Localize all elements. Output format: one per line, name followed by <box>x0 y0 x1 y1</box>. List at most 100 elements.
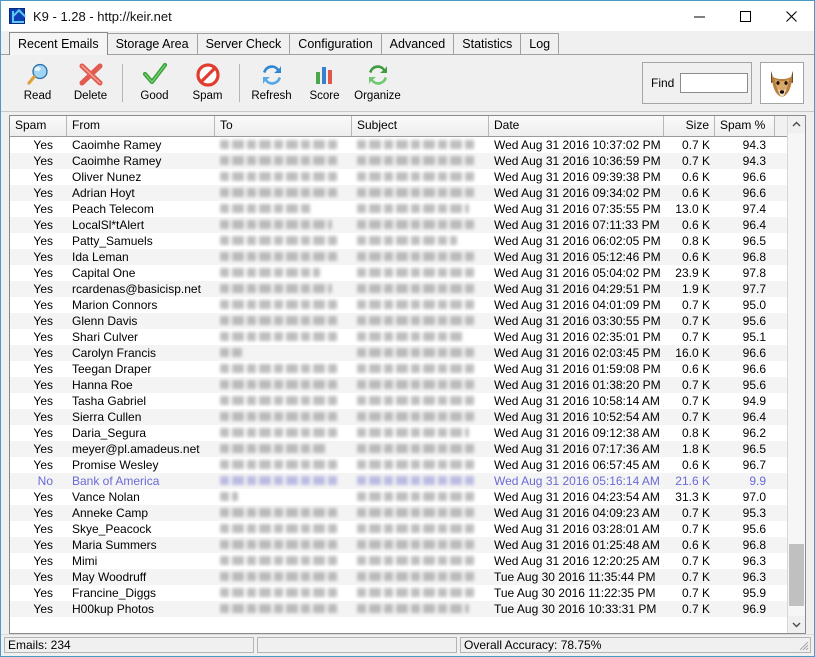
cell-spam-flag: Yes <box>33 602 53 616</box>
vertical-scrollbar[interactable] <box>787 116 805 633</box>
score-button[interactable]: Score <box>298 58 351 108</box>
minimize-icon[interactable] <box>676 1 722 31</box>
scrollbar-track[interactable] <box>788 133 805 616</box>
spam-button[interactable]: Spam <box>181 58 234 108</box>
table-row[interactable]: Yes Carolyn Francis Wed Aug 31 2016 02:03:… <box>10 345 787 361</box>
column-header-spam[interactable]: Spam <box>10 116 67 136</box>
redacted-text <box>220 236 338 245</box>
table-row[interactable]: Yes Vance Nolan Wed Aug 31 2016 04:23:54 A… <box>10 489 787 505</box>
table-row[interactable]: Yes Mimi Wed Aug 31 2016 12:20:25 AM 0.7 K 9… <box>10 553 787 569</box>
column-header-to[interactable]: To <box>215 116 352 136</box>
maximize-icon[interactable] <box>722 1 768 31</box>
good-label: Good <box>140 90 169 102</box>
k9-application-window: K9 - 1.28 - http://keir.net Recent Email… <box>0 0 815 657</box>
cell-to <box>215 553 352 569</box>
table-row[interactable]: No Bank of America Wed Aug 31 2016 05:16:1… <box>10 473 787 489</box>
tab-storage-area[interactable]: Storage Area <box>106 33 198 54</box>
cell-from: Hanna Roe <box>72 378 133 392</box>
cell-date: Wed Aug 31 2016 09:39:38 PM <box>494 170 661 184</box>
table-row[interactable]: Yes Daria_Segura Wed Aug 31 2016 09:12:38 … <box>10 425 787 441</box>
cell-subject <box>352 505 489 521</box>
table-row[interactable]: Yes Teegan Draper Wed Aug 31 2016 01:59:08… <box>10 361 787 377</box>
cell-from: Maria Summers <box>72 538 157 552</box>
redacted-text <box>220 204 312 213</box>
redacted-text <box>220 524 338 533</box>
redacted-text <box>220 588 338 597</box>
tab-statistics[interactable]: Statistics <box>453 33 522 54</box>
redacted-text <box>357 188 477 197</box>
cell-to <box>215 345 352 361</box>
refresh-button[interactable]: Refresh <box>245 58 298 108</box>
tab-recent-emails[interactable]: Recent Emails <box>9 32 108 55</box>
redacted-text <box>220 556 338 565</box>
table-row[interactable]: Yes Maria Summers Wed Aug 31 2016 01:25:48… <box>10 537 787 553</box>
cell-from: H00kup Photos <box>72 602 155 616</box>
column-header-date[interactable]: Date <box>489 116 664 136</box>
cell-date: Wed Aug 31 2016 10:36:59 PM <box>494 154 661 168</box>
status-emails-count: Emails: 234 <box>4 637 254 653</box>
table-row[interactable]: Yes Shari Culver Wed Aug 31 2016 02:35:01 … <box>10 329 787 345</box>
table-row[interactable]: Yes LocalSl*tAlert Wed Aug 31 2016 07:11:3… <box>10 217 787 233</box>
cell-spam-percent: 95.6 <box>742 314 766 328</box>
table-row[interactable]: Yes Marion Connors Wed Aug 31 2016 04:01:0… <box>10 297 787 313</box>
table-row[interactable]: Yes Sierra Cullen Wed Aug 31 2016 10:52:54… <box>10 409 787 425</box>
scrollbar-thumb[interactable] <box>789 544 804 606</box>
table-row[interactable]: Yes Promise Wesley Wed Aug 31 2016 06:57:4… <box>10 457 787 473</box>
green-check-icon <box>139 61 171 89</box>
cell-spam-flag: Yes <box>33 346 53 360</box>
cell-date: Wed Aug 31 2016 09:12:38 AM <box>494 426 660 440</box>
tab-log[interactable]: Log <box>520 33 560 54</box>
table-row[interactable]: Yes Tasha Gabriel Wed Aug 31 2016 10:58:14… <box>10 393 787 409</box>
read-button[interactable]: Read <box>11 58 64 108</box>
cell-date: Wed Aug 31 2016 05:12:46 PM <box>494 250 661 264</box>
close-icon[interactable] <box>768 1 814 31</box>
table-row[interactable]: Yes meyer@pl.amadeus.net Wed Aug 31 2016 0… <box>10 441 787 457</box>
table-row[interactable]: Yes Oliver Nunez Wed Aug 31 2016 09:39:38 … <box>10 169 787 185</box>
column-header-spam-pct[interactable]: Spam % <box>715 116 775 136</box>
table-row[interactable]: Yes Caoimhe Ramey Wed Aug 31 2016 10:36:59… <box>10 153 787 169</box>
table-row[interactable]: Yes Patty_Samuels Wed Aug 31 2016 06:02:05… <box>10 233 787 249</box>
good-button[interactable]: Good <box>128 58 181 108</box>
column-header-size[interactable]: Size <box>664 116 715 136</box>
scroll-down-button[interactable] <box>788 616 805 633</box>
tab-configuration[interactable]: Configuration <box>289 33 382 54</box>
table-row[interactable]: Yes Adrian Hoyt Wed Aug 31 2016 09:34:02 P… <box>10 185 787 201</box>
cell-subject <box>352 601 489 617</box>
cell-from: Patty_Samuels <box>72 234 153 248</box>
cell-spam-flag: Yes <box>33 234 53 248</box>
table-row[interactable]: Yes May Woodruff Tue Aug 30 2016 11:35:44 … <box>10 569 787 585</box>
organize-button[interactable]: Organize <box>351 58 404 108</box>
cell-spam-percent: 96.8 <box>742 250 766 264</box>
column-header-subject[interactable]: Subject <box>352 116 489 136</box>
tab-advanced[interactable]: Advanced <box>380 33 455 54</box>
resize-grip-icon[interactable] <box>797 639 809 651</box>
cell-size: 21.6 K <box>675 474 710 488</box>
table-row[interactable]: Yes Glenn Davis Wed Aug 31 2016 03:30:55 P… <box>10 313 787 329</box>
delete-button[interactable]: Delete <box>64 58 117 108</box>
table-row[interactable]: Yes Caoimhe Ramey Wed Aug 31 2016 10:37:02… <box>10 137 787 153</box>
cell-spam-percent: 96.6 <box>742 346 766 360</box>
table-row[interactable]: Yes Hanna Roe Wed Aug 31 2016 01:38:20 PM 0… <box>10 377 787 393</box>
redacted-text <box>220 348 242 357</box>
tab-server-check[interactable]: Server Check <box>196 33 291 54</box>
table-row[interactable]: Yes Skye_Peacock Wed Aug 31 2016 03:28:01 … <box>10 521 787 537</box>
table-row[interactable]: Yes H00kup Photos Tue Aug 30 2016 10:33:31… <box>10 601 787 617</box>
search-input[interactable] <box>680 73 749 93</box>
table-row[interactable]: Yes Capital One Wed Aug 31 2016 05:04:02 P… <box>10 265 787 281</box>
cell-from: Peach Telecom <box>72 202 154 216</box>
scroll-up-button[interactable] <box>788 116 805 133</box>
table-row[interactable]: Yes Anneke Camp Wed Aug 31 2016 04:09:23 A… <box>10 505 787 521</box>
table-row[interactable]: Yes Francine_Diggs Tue Aug 30 2016 11:22:3… <box>10 585 787 601</box>
redacted-text <box>220 156 338 165</box>
find-panel: Find <box>642 62 752 104</box>
table-row[interactable]: Yes Ida Leman Wed Aug 31 2016 05:12:46 PM 0… <box>10 249 787 265</box>
redacted-text <box>357 284 475 293</box>
cell-from: Shari Culver <box>72 330 139 344</box>
column-header-from[interactable]: From <box>67 116 215 136</box>
table-row[interactable]: Yes Peach Telecom Wed Aug 31 2016 07:35:55… <box>10 201 787 217</box>
cell-date: Tue Aug 30 2016 11:35:44 PM <box>494 570 656 584</box>
cell-date: Wed Aug 31 2016 02:35:01 PM <box>494 330 661 344</box>
table-row[interactable]: Yes rcardenas@basicisp.net Wed Aug 31 2016… <box>10 281 787 297</box>
red-x-icon <box>75 61 107 89</box>
redacted-text <box>220 572 338 581</box>
